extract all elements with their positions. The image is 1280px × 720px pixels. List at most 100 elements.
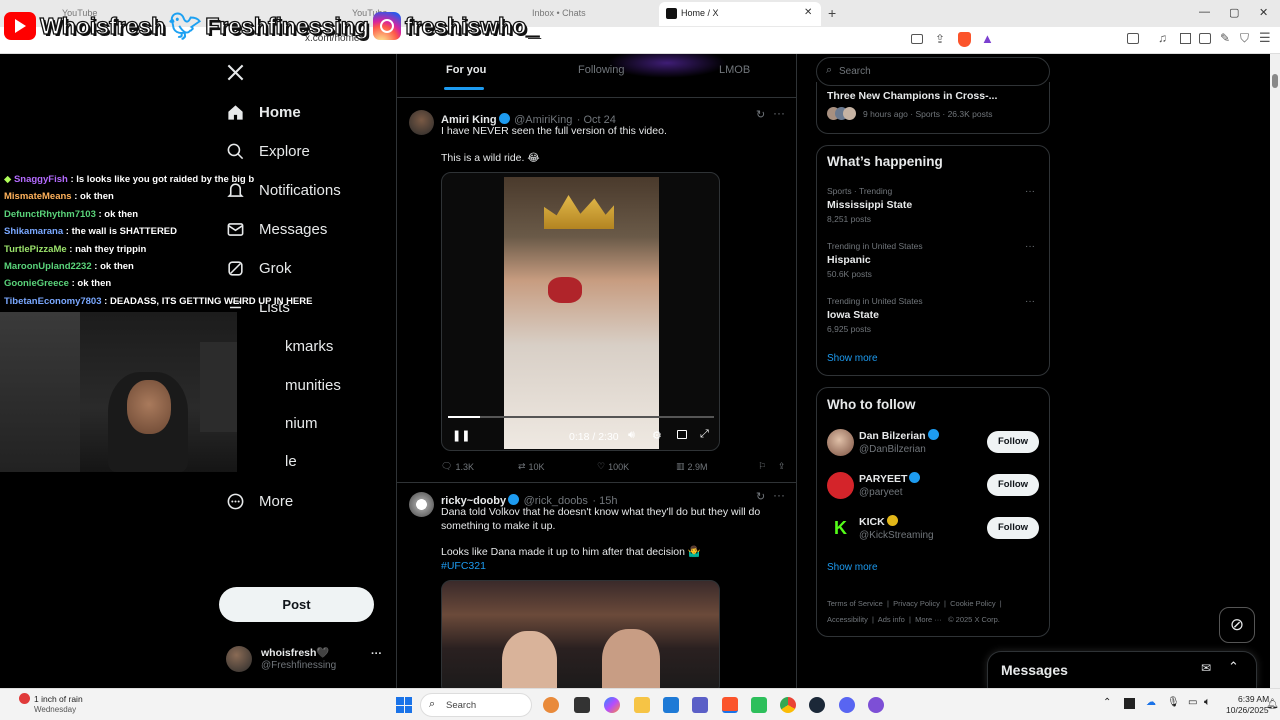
avatar[interactable] [409, 110, 434, 135]
media-icon[interactable]: ♫ [1158, 31, 1167, 45]
post-ricky-dooby[interactable]: ricky~dooby @rick_doobs · 15h ↻ ··· Dana… [397, 483, 796, 688]
tab-following[interactable]: Following [578, 64, 624, 76]
x-logo-icon[interactable] [226, 63, 245, 82]
nav-grok[interactable]: Grok [226, 256, 292, 280]
settings-icon[interactable]: ⚙ [652, 429, 662, 442]
notification-bell-icon[interactable]: 🔔︎ [1266, 699, 1279, 710]
speaker-icon[interactable]: 🔈︎ [1204, 696, 1211, 709]
trend-item[interactable]: Trending in United States Hispanic 50.6K… [827, 241, 1041, 279]
widgets-icon[interactable] [543, 697, 559, 713]
nav-explore[interactable]: Explore [226, 139, 310, 163]
microphone-icon[interactable]: 🎙︎ [1167, 697, 1180, 708]
tab-close-icon[interactable]: ✕ [804, 2, 812, 24]
post-button[interactable]: Post [219, 587, 374, 622]
copilot-icon[interactable] [604, 697, 620, 713]
footer-link[interactable]: Ads info [878, 615, 905, 624]
avatar[interactable] [827, 429, 854, 456]
wallet-icon[interactable] [1199, 33, 1211, 44]
minimize-button[interactable]: — [1199, 6, 1210, 18]
footer-link[interactable]: Accessibility [827, 615, 868, 624]
extensions-icon[interactable]: ✎ [1220, 31, 1230, 45]
post-image[interactable] [441, 580, 720, 688]
vpn-icon[interactable]: ⛉ [1240, 31, 1249, 46]
kick-logo-icon[interactable]: K [827, 515, 854, 542]
nav-profile[interactable]: le [285, 449, 297, 473]
nav-home[interactable]: Home [226, 100, 301, 124]
picture-in-picture-icon[interactable] [677, 430, 687, 439]
search-input[interactable]: Search [839, 66, 871, 77]
grok-float-button[interactable]: ⊘ [1219, 607, 1255, 643]
messages-drawer[interactable]: Messages ✉ ⌃ [987, 651, 1257, 688]
store-icon[interactable] [663, 697, 679, 713]
views-button[interactable]: ▥ 2.9M [676, 461, 758, 472]
sidebar-icon[interactable] [1127, 33, 1139, 44]
teams-icon[interactable] [692, 697, 708, 713]
start-windows-icon[interactable] [396, 697, 412, 713]
post-more-button[interactable]: ··· [773, 488, 785, 502]
weather-title[interactable]: 1 inch of rain [34, 694, 83, 704]
share-icon[interactable]: ⇪ [935, 32, 945, 46]
steam-icon[interactable] [809, 697, 825, 713]
brave-rewards-icon[interactable]: ▲ [981, 31, 994, 46]
scrollbar[interactable] [1270, 54, 1280, 688]
nav-communities[interactable]: munities [285, 373, 341, 397]
brave-shield-icon[interactable] [958, 32, 971, 47]
trend-more-button[interactable]: ··· [1025, 241, 1035, 252]
trend-more-button[interactable]: ··· [1025, 186, 1035, 197]
footer-link[interactable]: Terms of Service [827, 599, 883, 608]
video-progress-track[interactable] [448, 416, 714, 418]
reply-button[interactable]: 🗨︎ 1.3K [441, 461, 518, 472]
expand-icon[interactable]: ⌃ [1228, 659, 1239, 675]
follow-suggestion[interactable]: K KICK @KickStreaming Follow [817, 513, 1049, 547]
bookmark-icon[interactable]: ⚐ [758, 461, 778, 472]
share-post-icon[interactable]: ⇪ [778, 461, 786, 472]
footer-link[interactable]: Privacy Policy [893, 599, 940, 608]
hashtag-link[interactable]: #UFC321 [441, 559, 781, 573]
clock-time[interactable]: 6:39 AM [1238, 694, 1269, 704]
new-tab-button[interactable]: + [828, 5, 836, 21]
volume-icon[interactable]: 🔊︎ [628, 429, 635, 442]
task-view-icon[interactable] [574, 697, 590, 713]
show-more-trends-link[interactable]: Show more [827, 353, 878, 364]
tray-overflow-icon[interactable]: ⌃ [1103, 697, 1111, 708]
post-more-button[interactable]: ··· [773, 106, 785, 120]
avatar[interactable] [827, 472, 854, 499]
nav-more[interactable]: More [226, 489, 293, 513]
nav-messages[interactable]: Messages [226, 217, 327, 241]
repost-button[interactable]: ⇄ 10K [518, 461, 597, 472]
footer-link[interactable]: Cookie Policy [950, 599, 995, 608]
taskbar-search[interactable]: ⌕ Search [420, 693, 532, 717]
trend-item[interactable]: Sports · Trending Mississippi State 8,25… [827, 186, 1041, 224]
trend-more-button[interactable]: ··· [1025, 296, 1035, 307]
file-explorer-icon[interactable] [634, 697, 650, 713]
follow-button[interactable]: Follow [987, 431, 1039, 453]
follow-suggestion[interactable]: PARYEET @paryeet Follow [817, 470, 1049, 504]
follow-suggestion[interactable]: Dan Bilzerian @DanBilzerian Follow [817, 427, 1049, 461]
obs-icon[interactable] [868, 697, 884, 713]
follow-button[interactable]: Follow [987, 474, 1039, 496]
footer-link[interactable]: More ··· [915, 615, 942, 624]
cast-icon[interactable] [911, 34, 923, 44]
new-message-icon[interactable]: ✉ [1201, 661, 1211, 675]
video-player[interactable]: ❚❚ 0:18 / 2:30 🔊︎ ⚙ ⤢ [441, 172, 720, 451]
top-story-title[interactable]: Three New Champions in Cross-... [827, 90, 997, 102]
clock-date[interactable]: 10/26/2025 [1226, 705, 1269, 715]
like-button[interactable]: ♡ 100K [597, 461, 676, 472]
avatar[interactable] [409, 492, 434, 517]
profile-more-button[interactable]: ··· [371, 648, 382, 660]
scrollbar-thumb[interactable] [1272, 74, 1278, 88]
tab-home-x[interactable]: Home / X ✕ [659, 2, 821, 26]
tray-cloud-icon[interactable]: ☁ [1146, 697, 1156, 708]
follow-button[interactable]: Follow [987, 517, 1039, 539]
account-switcher[interactable]: whoisfresh🖤 @Freshfinessing ··· [226, 644, 386, 676]
pause-button[interactable]: ❚❚ [452, 429, 470, 442]
chrome-icon[interactable] [780, 697, 796, 713]
close-window-button[interactable]: ✕ [1259, 6, 1268, 19]
tab-lmob[interactable]: LMOB [719, 64, 750, 76]
tab-for-you[interactable]: For you [446, 64, 486, 76]
trend-item[interactable]: Trending in United States Iowa State 6,9… [827, 296, 1041, 334]
grok-analyze-icon[interactable]: ↻ [756, 108, 765, 121]
menu-icon[interactable]: ☰ [1259, 30, 1271, 46]
top-story-card[interactable]: Three New Champions in Cross-... 9 hours… [816, 82, 1050, 134]
post-amiri-king[interactable]: Amiri King @AmiriKing · Oct 24 ↻ ··· I h… [397, 100, 796, 483]
